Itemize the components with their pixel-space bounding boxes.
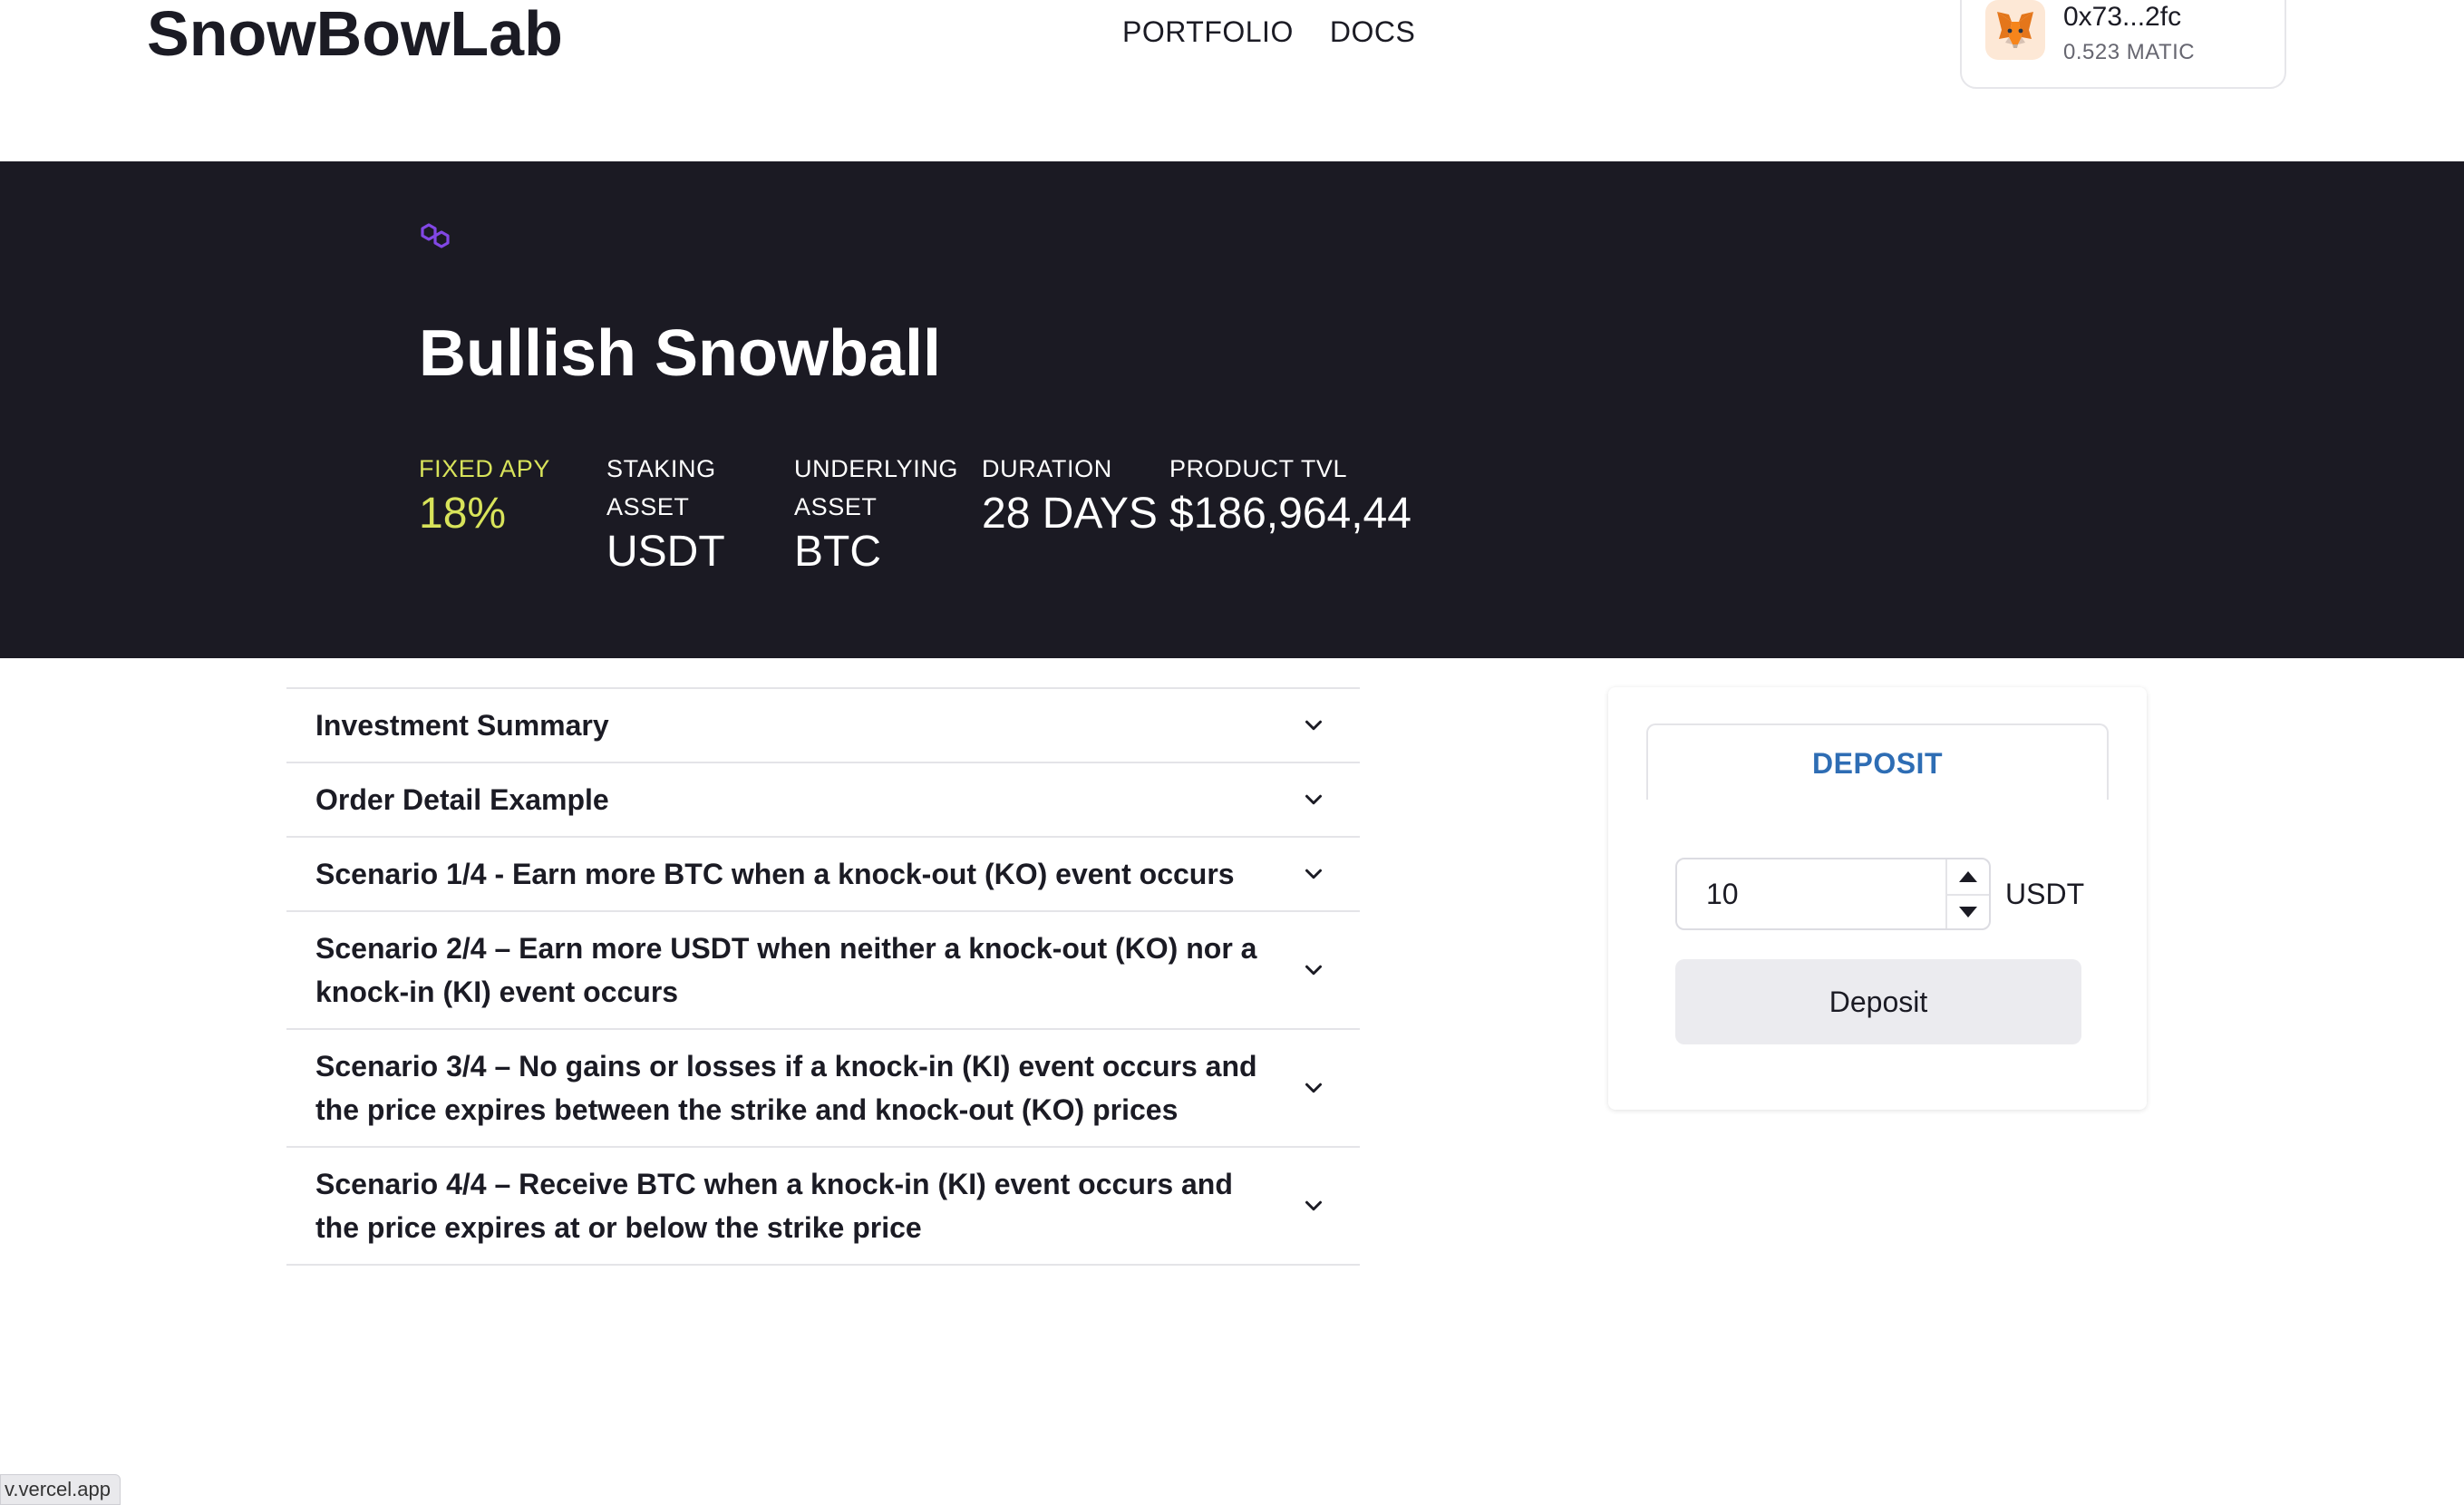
amount-stepper — [1675, 858, 1991, 930]
decrement-button[interactable] — [1947, 894, 1989, 928]
product-title: Bullish Snowball — [419, 317, 942, 390]
chevron-down-icon — [1305, 1200, 1322, 1211]
chevron-down-icon — [1305, 869, 1322, 879]
stat-label: ASSET — [794, 493, 878, 520]
stat-label: ASSET — [606, 493, 690, 520]
nav-portfolio[interactable]: PORTFOLIO — [1122, 13, 1294, 51]
stat-value: 18% — [419, 490, 507, 538]
amount-unit: USDT — [2005, 878, 2085, 910]
increment-button[interactable] — [1947, 859, 1989, 894]
deposit-button[interactable]: Deposit — [1675, 959, 2081, 1044]
stat-label: DURATION — [982, 455, 1112, 482]
caret-up-icon — [1959, 871, 1977, 882]
accordion-scenario-1[interactable]: Scenario 1/4 - Earn more BTC when a knoc… — [286, 838, 1360, 912]
site-logo[interactable]: SnowBowLab — [147, 0, 563, 67]
accordion-title: Scenario 2/4 – Earn more USDT when neith… — [315, 932, 1257, 1008]
accordion-title: Scenario 4/4 – Receive BTC when a knock-… — [315, 1168, 1233, 1244]
tab-label: DEPOSIT — [1812, 747, 1943, 780]
wallet-button[interactable]: 0x73...2fc 0.523 MATIC — [1960, 0, 2286, 89]
stat-label: STAKING — [606, 455, 716, 482]
chevron-down-icon — [1305, 1083, 1322, 1093]
chevron-down-icon — [1305, 965, 1322, 976]
chevron-down-icon — [1305, 720, 1322, 731]
caret-down-icon — [1959, 907, 1977, 918]
product-hero: Bullish Snowball FIXED APY 18% STAKING A… — [0, 161, 2464, 658]
accordion-title: Scenario 3/4 – No gains or losses if a k… — [315, 1050, 1257, 1126]
wallet-address: 0x73...2fc — [2063, 2, 2182, 32]
stat-product-tvl: PRODUCT TVL $186,964,44 — [1169, 450, 1411, 540]
chevron-down-icon — [1305, 794, 1322, 805]
link-status-url: v.vercel.app — [0, 1474, 121, 1505]
stat-fixed-apy: FIXED APY 18% — [419, 450, 550, 540]
stat-label: FIXED APY — [419, 455, 550, 482]
accordion-title: Scenario 1/4 - Earn more BTC when a knoc… — [315, 858, 1235, 890]
stat-duration: DURATION 28 DAYS — [982, 450, 1158, 540]
stepper-controls — [1945, 859, 1989, 928]
metamask-fox-icon — [1985, 0, 2045, 60]
stat-value: USDT — [606, 528, 725, 576]
stat-label: PRODUCT TVL — [1169, 455, 1348, 482]
accordion-scenario-3[interactable]: Scenario 3/4 – No gains or losses if a k… — [286, 1030, 1360, 1148]
accordion-order-detail[interactable]: Order Detail Example — [286, 763, 1360, 838]
accordion-scenario-4[interactable]: Scenario 4/4 – Receive BTC when a knock-… — [286, 1148, 1360, 1266]
stat-label: UNDERLYING — [794, 455, 959, 482]
polygon-icon — [421, 223, 450, 248]
deposit-card: DEPOSIT USDT Deposit — [1608, 687, 2147, 1110]
wallet-balance: 0.523 MATIC — [2063, 40, 2196, 64]
stat-value: BTC — [794, 528, 881, 576]
stat-staking-asset: STAKING ASSET USDT — [606, 450, 725, 578]
accordion-scenario-2[interactable]: Scenario 2/4 – Earn more USDT when neith… — [286, 912, 1360, 1030]
stat-underlying-asset: UNDERLYING ASSET BTC — [794, 450, 958, 578]
accordion-investment-summary[interactable]: Investment Summary — [286, 689, 1360, 763]
product-details-accordion: Investment Summary Order Detail Example … — [286, 687, 1360, 1266]
accordion-title: Order Detail Example — [315, 783, 609, 816]
nav-docs[interactable]: DOCS — [1330, 13, 1415, 51]
top-header: SnowBowLab PORTFOLIO DOCS 0x73...2fc 0.5… — [0, 0, 2464, 161]
amount-input[interactable] — [1677, 859, 1947, 928]
accordion-title: Investment Summary — [315, 709, 609, 742]
stat-value: $186,964,44 — [1169, 490, 1411, 538]
stat-value: 28 DAYS — [982, 490, 1158, 538]
main-nav: PORTFOLIO DOCS — [1122, 13, 1415, 51]
tab-deposit[interactable]: DEPOSIT — [1646, 723, 2109, 800]
